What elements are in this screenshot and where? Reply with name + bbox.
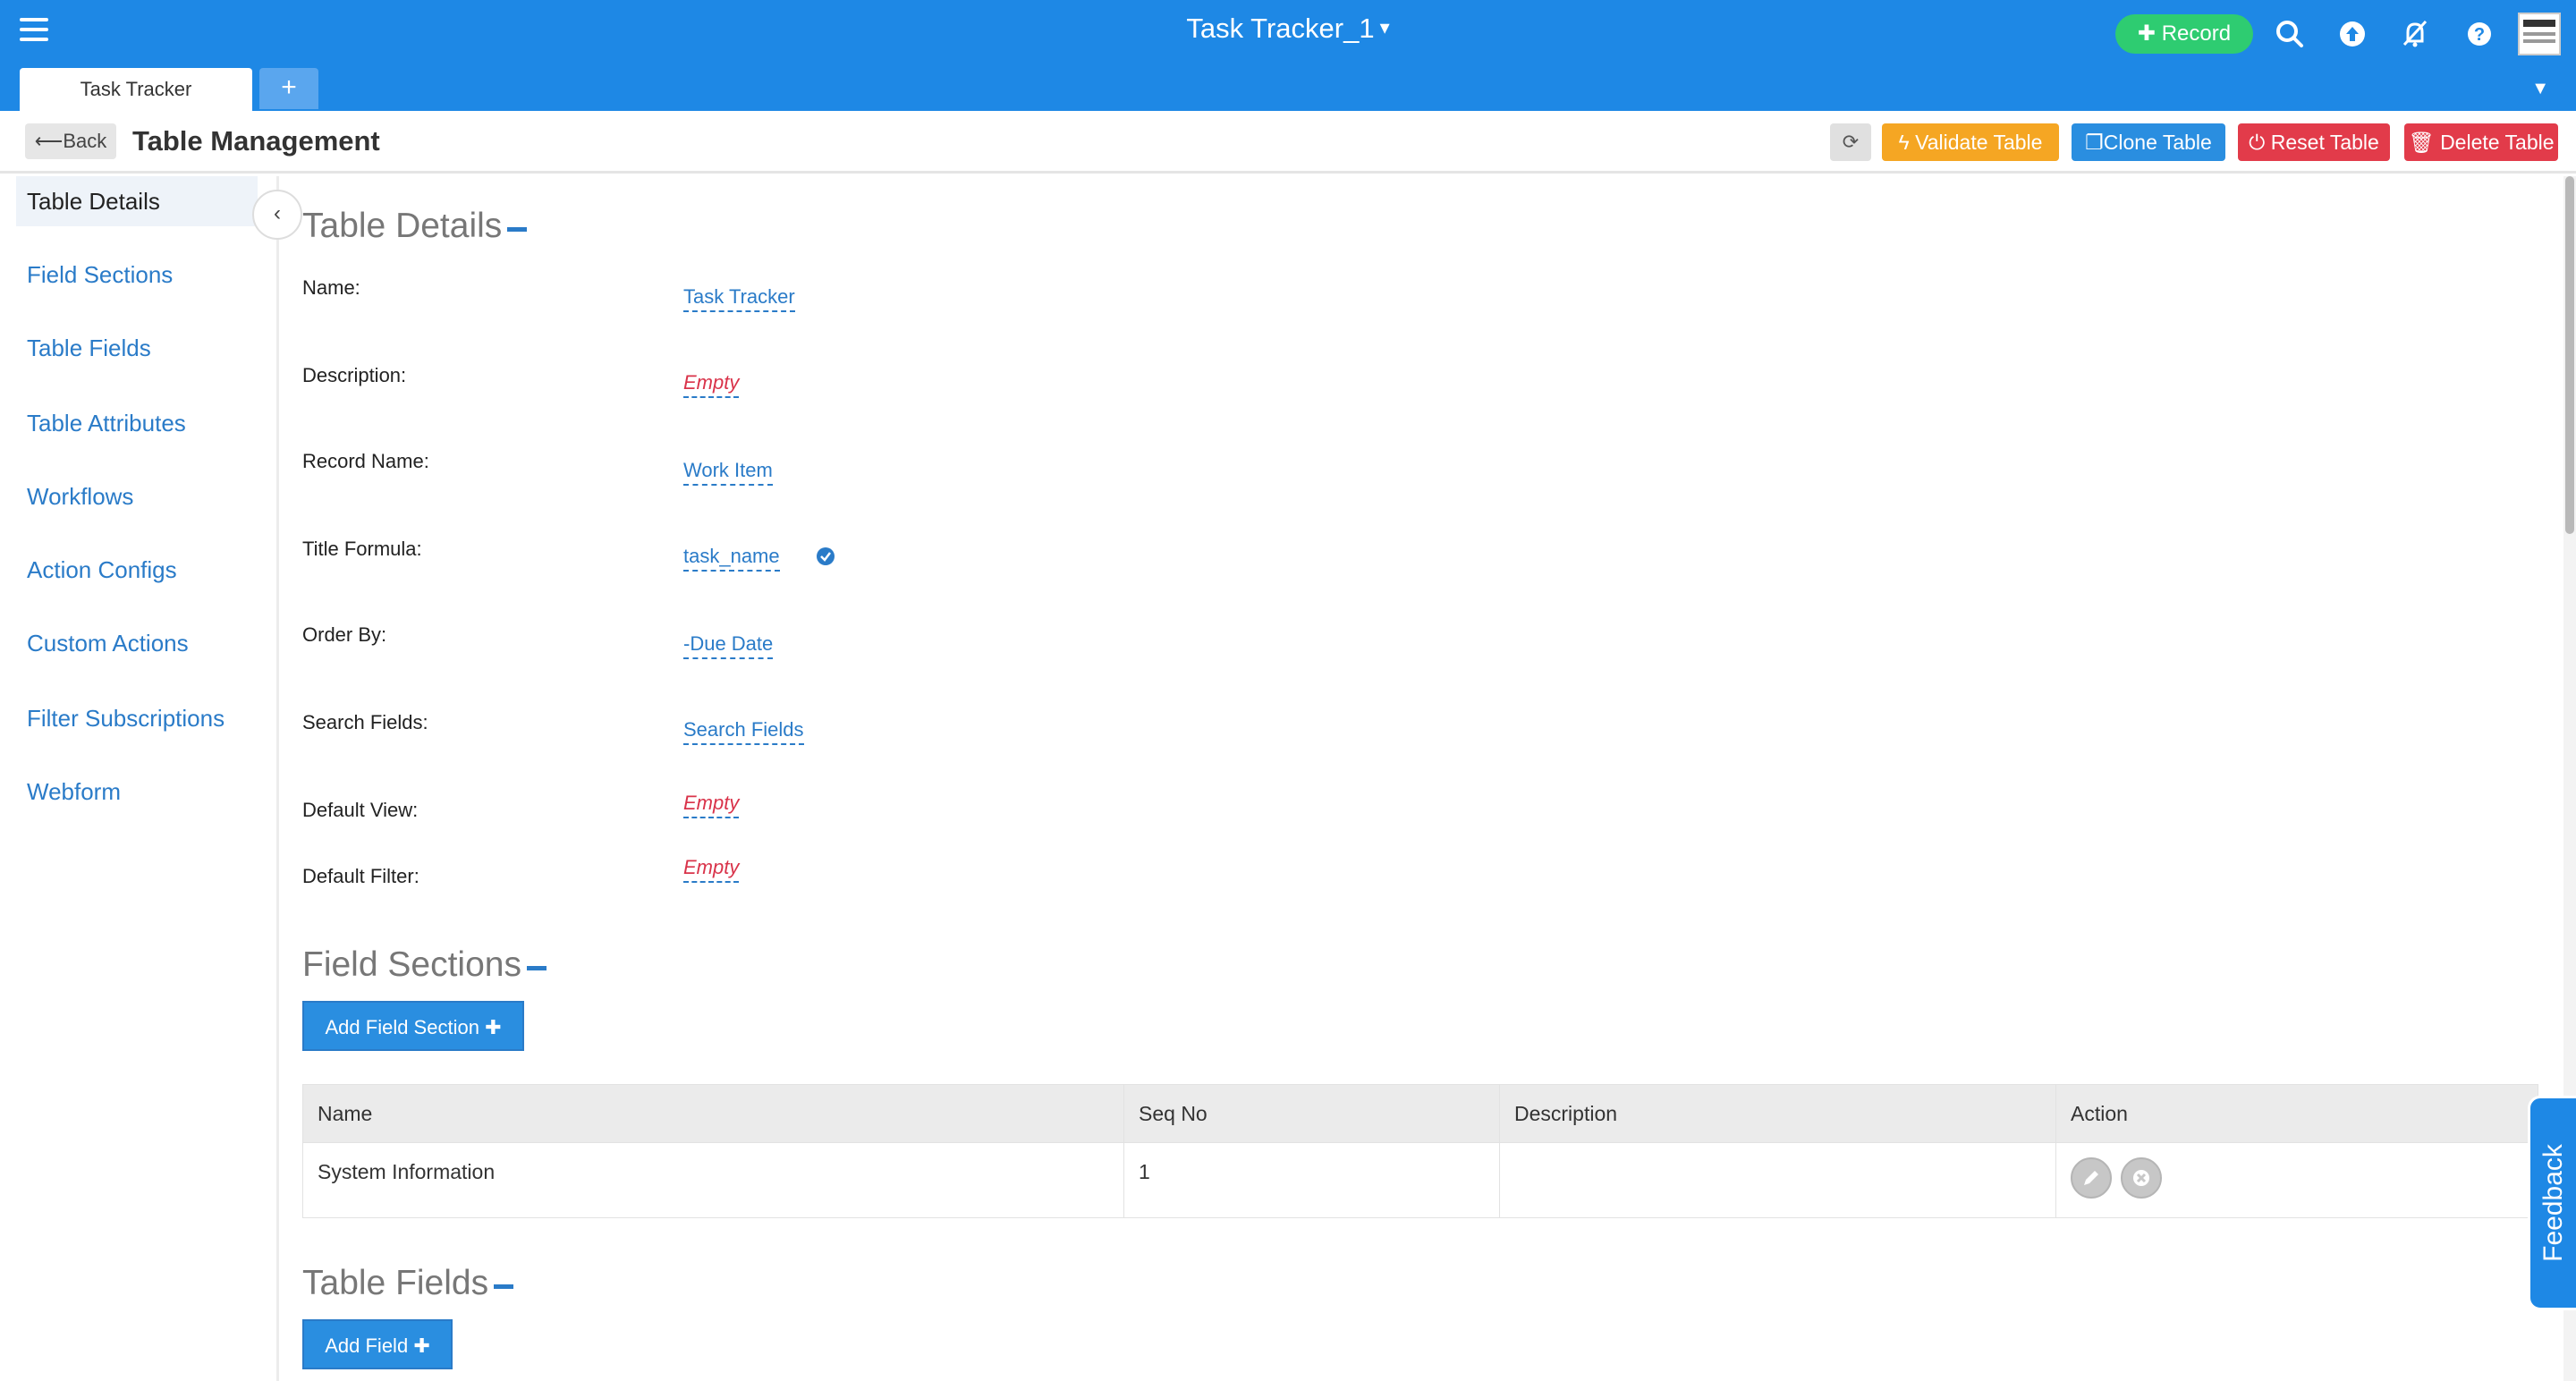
column-header-name[interactable]: Name	[303, 1085, 1124, 1142]
back-button[interactable]: ⟵Back	[25, 123, 116, 159]
refresh-icon: ⟳	[1842, 131, 1860, 153]
verified-check-icon	[817, 547, 835, 565]
bolt-icon: ϟ	[1898, 131, 1910, 154]
collapse-sidebar-button[interactable]: ‹	[252, 190, 302, 240]
field-value-default-view[interactable]: Empty	[683, 792, 740, 818]
sidebar-item-table-attributes[interactable]: Table Attributes	[16, 398, 258, 448]
search-icon[interactable]	[2272, 16, 2308, 52]
field-label-default-view: Default View:	[302, 799, 419, 821]
sidebar-item-field-sections[interactable]: Field Sections	[16, 250, 258, 300]
field-value-description[interactable]: Empty	[683, 371, 740, 398]
column-header-seq-no[interactable]: Seq No	[1124, 1085, 1500, 1142]
edit-icon[interactable]	[2071, 1157, 2112, 1199]
cell-description	[1500, 1143, 2056, 1217]
feedback-tab[interactable]: Feedback	[2528, 1096, 2576, 1310]
validate-label: Validate Table	[1915, 131, 2043, 154]
field-label-order-by: Order By:	[302, 623, 387, 646]
tab-task-tracker[interactable]: Task Tracker	[20, 68, 252, 111]
sidebar-item-workflows[interactable]: Workflows	[16, 471, 258, 521]
avatar[interactable]	[2518, 13, 2561, 55]
field-value-title-formula[interactable]: task_name	[683, 545, 780, 572]
field-label-name: Name:	[302, 276, 360, 299]
back-arrow-icon: ⟵	[34, 130, 64, 152]
field-sections-title: Field Sections	[302, 945, 521, 984]
table-details-title: Table Details	[302, 207, 503, 245]
record-label: Record	[2161, 21, 2232, 46]
add-field-label: Add Field	[325, 1334, 409, 1357]
field-label-default-filter: Default Filter:	[302, 865, 419, 887]
app-title: Task Tracker_1	[1186, 13, 1375, 44]
back-label: Back	[63, 130, 107, 152]
field-label-description: Description:	[302, 364, 407, 386]
collapse-minus-icon	[507, 227, 528, 232]
sidebar-item-filter-subscriptions[interactable]: Filter Subscriptions	[16, 693, 258, 743]
feedback-label: Feedback	[2538, 1144, 2568, 1262]
sidebar-item-action-configs[interactable]: Action Configs	[16, 545, 258, 595]
section-title-table-fields[interactable]: Table Fields	[302, 1264, 514, 1303]
table-row: System Information 1	[303, 1142, 2538, 1217]
refresh-button[interactable]: ⟳	[1830, 123, 1871, 161]
page-title: Table Management	[132, 125, 380, 157]
section-title-table-details[interactable]: Table Details	[302, 207, 528, 246]
collapse-minus-icon	[494, 1284, 514, 1289]
cell-section-name: System Information	[303, 1143, 1124, 1217]
table-header-row: Name Seq No Description Action	[303, 1085, 2538, 1142]
field-value-order-by[interactable]: -Due Date	[683, 632, 774, 659]
svg-text:?: ?	[2474, 25, 2485, 45]
field-value-default-filter[interactable]: Empty	[683, 856, 740, 883]
table-fields-title: Table Fields	[302, 1264, 489, 1302]
power-icon: ⏻	[2249, 131, 2266, 154]
help-icon[interactable]: ?	[2462, 16, 2497, 52]
copy-icon: ❐	[2085, 131, 2104, 154]
field-sections-table: Name Seq No Description Action System In…	[302, 1084, 2538, 1218]
add-field-button[interactable]: Add Field ✚	[302, 1319, 453, 1369]
trash-icon: 🗑	[2408, 131, 2435, 154]
sidebar-item-table-details[interactable]: Table Details	[16, 176, 258, 226]
cell-seq-no: 1	[1124, 1143, 1500, 1217]
section-title-field-sections[interactable]: Field Sections	[302, 945, 547, 985]
field-label-record-name: Record Name:	[302, 450, 429, 472]
delete-label: Delete Table	[2440, 131, 2555, 154]
page-header: ⟵Back Table Management ⟳ ϟ Validate Tabl…	[0, 111, 2576, 174]
field-value-name[interactable]: Task Tracker	[683, 285, 795, 312]
chevron-left-icon: ‹	[274, 201, 281, 225]
delete-table-button[interactable]: 🗑 Delete Table	[2404, 123, 2558, 161]
add-field-section-label: Add Field Section	[325, 1016, 479, 1038]
plus-icon: ✚	[413, 1334, 430, 1357]
sidebar-item-table-fields[interactable]: Table Fields	[16, 323, 258, 373]
collapse-minus-icon	[526, 966, 547, 970]
field-label-search-fields: Search Fields:	[302, 711, 428, 733]
field-label-title-formula: Title Formula:	[302, 538, 422, 560]
column-header-description[interactable]: Description	[1500, 1085, 2056, 1142]
field-value-search-fields[interactable]: Search Fields	[683, 718, 804, 745]
clone-table-button[interactable]: ❐Clone Table	[2072, 123, 2225, 161]
main-content: Table Details Name: Task Tracker Descrip…	[302, 176, 2556, 1381]
sidebar-nav: Table Details Field Sections Table Field…	[0, 176, 279, 1381]
column-header-action: Action	[2071, 1102, 2128, 1125]
tabs-overflow-icon[interactable]: ▼	[2531, 79, 2549, 99]
notifications-off-icon[interactable]	[2397, 16, 2433, 52]
chevron-down-icon: ▾	[1379, 16, 1390, 38]
remove-icon[interactable]	[2121, 1157, 2162, 1199]
cell-actions	[2056, 1143, 2539, 1217]
validate-table-button[interactable]: ϟ Validate Table	[1882, 123, 2059, 161]
add-tab-button[interactable]: +	[259, 68, 318, 109]
sidebar-item-custom-actions[interactable]: Custom Actions	[16, 618, 258, 668]
scrollbar-thumb[interactable]	[2565, 176, 2574, 534]
reset-label: Reset Table	[2270, 131, 2379, 154]
upload-icon[interactable]	[2334, 16, 2370, 52]
clone-label: Clone Table	[2103, 131, 2212, 154]
plus-icon: ✚	[485, 1016, 502, 1038]
reset-table-button[interactable]: ⏻ Reset Table	[2238, 123, 2390, 161]
plus-icon: ✚	[2137, 21, 2157, 46]
field-value-record-name[interactable]: Work Item	[683, 459, 773, 486]
top-bar: Task Tracker_1 ▾ ✚ Record ? Task Tracker …	[0, 0, 2576, 111]
add-field-section-button[interactable]: Add Field Section ✚	[302, 1001, 524, 1051]
add-record-button[interactable]: ✚ Record	[2115, 14, 2253, 54]
sidebar-item-webform[interactable]: Webform	[16, 767, 258, 817]
